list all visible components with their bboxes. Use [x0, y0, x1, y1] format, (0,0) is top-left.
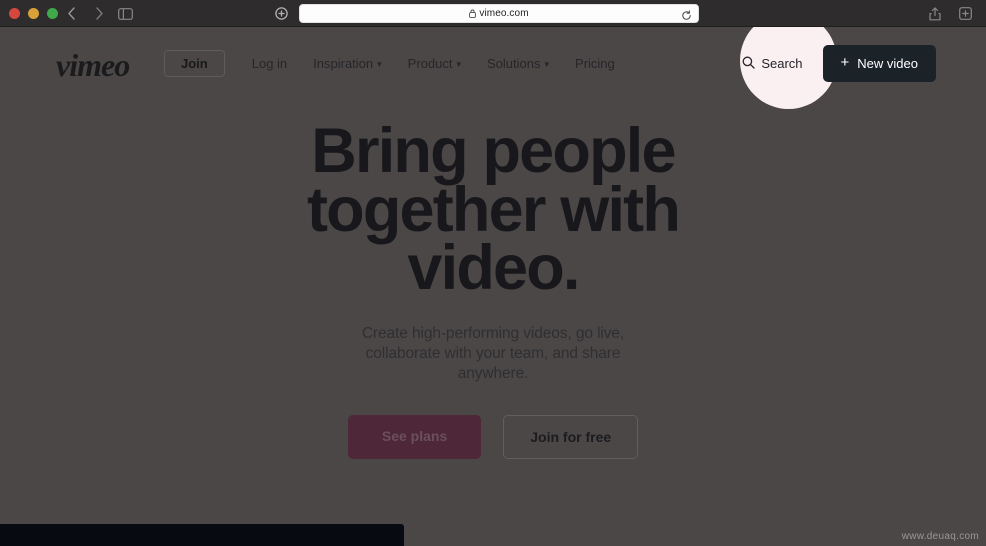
- forward-button[interactable]: [86, 3, 112, 24]
- site-header-nav: vimeo Join Log in Inspiration ▾ Product …: [0, 36, 986, 90]
- privacy-shield-icon[interactable]: [268, 3, 294, 24]
- browser-toolbar: vimeo.com: [0, 0, 986, 27]
- nav-link-label: Product: [407, 55, 453, 71]
- nav-link-label: Inspiration: [313, 55, 374, 71]
- window-traffic-lights: [9, 8, 58, 19]
- bottom-dark-panel: [0, 524, 404, 546]
- nav-link-label: Pricing: [575, 55, 615, 71]
- zoom-window-button[interactable]: [47, 8, 58, 19]
- search-button-label: Search: [761, 55, 803, 71]
- sidebar-toggle-icon[interactable]: [112, 3, 138, 24]
- navigation-arrows: [58, 3, 112, 24]
- back-button[interactable]: [58, 3, 84, 24]
- close-window-button[interactable]: [9, 8, 20, 19]
- plus-icon: +: [840, 53, 850, 71]
- toolbar-right-buttons: [922, 3, 978, 24]
- vimeo-logo[interactable]: vimeo: [56, 49, 130, 81]
- search-icon: [742, 56, 755, 71]
- nav-link-pricing[interactable]: Pricing: [562, 49, 628, 78]
- chevron-down-icon: ▾: [456, 58, 462, 69]
- see-plans-button[interactable]: See plans: [347, 414, 482, 459]
- hero-section: Bring people together with video. Create…: [0, 120, 986, 459]
- nav-link-product[interactable]: Product ▾: [395, 49, 474, 78]
- chevron-down-icon: ▾: [544, 58, 550, 69]
- hero-heading-line-3: video.: [407, 233, 580, 304]
- new-tab-icon[interactable]: [952, 3, 978, 24]
- nav-link-solutions[interactable]: Solutions ▾: [474, 49, 562, 78]
- watermark-text: www.deuaq.com: [901, 531, 979, 542]
- nav-link-log-in[interactable]: Log in: [239, 49, 300, 78]
- hero-cta-group: See plans Join for free: [0, 414, 986, 459]
- address-bar[interactable]: vimeo.com: [299, 4, 699, 23]
- lock-icon: [469, 9, 477, 18]
- nav-links-group: Join Log in Inspiration ▾ Product ▾ Solu…: [164, 36, 628, 90]
- screenshot-root: vimeo.com vimeo Join Log in Inspiration …: [0, 0, 986, 546]
- new-video-button[interactable]: + New video: [822, 44, 936, 82]
- share-icon[interactable]: [922, 3, 948, 24]
- nav-join-button[interactable]: Join: [164, 49, 225, 77]
- url-hostname: vimeo.com: [479, 8, 529, 19]
- web-page: vimeo Join Log in Inspiration ▾ Product …: [0, 27, 986, 546]
- new-video-label: New video: [857, 55, 918, 71]
- join-for-free-button[interactable]: Join for free: [503, 414, 639, 459]
- search-button[interactable]: Search: [728, 48, 816, 79]
- nav-link-label: Log in: [251, 55, 288, 71]
- reload-icon[interactable]: [679, 8, 693, 22]
- nav-link-label: Solutions: [487, 55, 541, 71]
- nav-link-inspiration[interactable]: Inspiration ▾: [300, 49, 395, 78]
- minimize-window-button[interactable]: [28, 8, 39, 19]
- hero-subtitle: Create high-performing videos, go live, …: [361, 324, 625, 383]
- chevron-down-icon: ▾: [377, 58, 382, 69]
- hero-heading: Bring people together with video.: [213, 120, 773, 300]
- address-bar-text: vimeo.com: [469, 8, 529, 19]
